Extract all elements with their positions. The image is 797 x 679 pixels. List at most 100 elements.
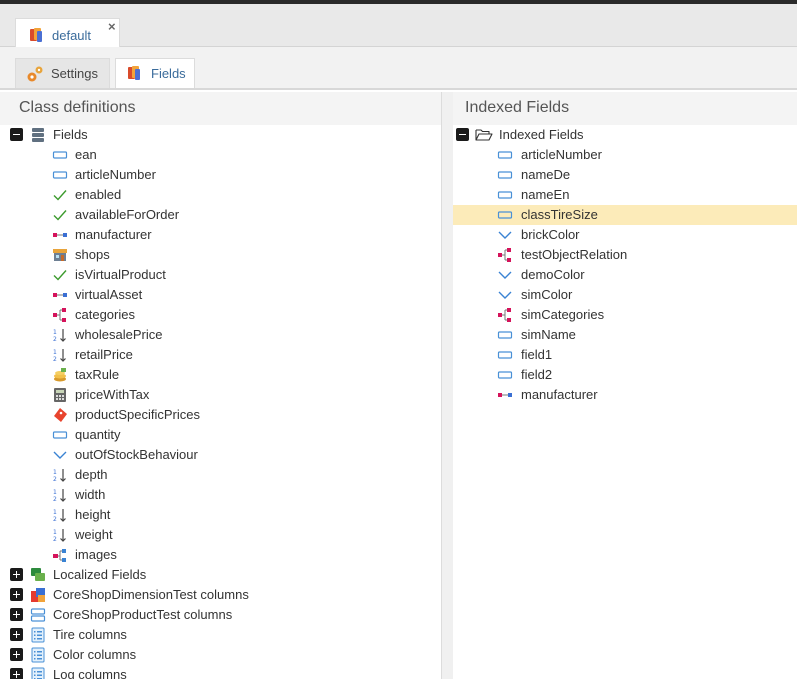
tree-node-indexed-root[interactable]: Indexed Fields <box>453 125 797 145</box>
document-tab-label: default <box>52 28 92 43</box>
collapse-icon[interactable] <box>456 128 469 141</box>
tree-node-indexed-field[interactable]: testObjectRelation <box>453 245 797 265</box>
tree-node-field[interactable]: categories <box>0 305 441 325</box>
panel-splitter[interactable] <box>441 92 453 679</box>
folder-open-icon <box>475 127 493 143</box>
collapse-icon[interactable] <box>10 128 23 141</box>
tree-node-indexed-field[interactable]: field2 <box>453 365 797 385</box>
tree-node-field[interactable]: isVirtualProduct <box>0 265 441 285</box>
tree-node-group[interactable]: CoreShopProductTest columns <box>0 605 441 625</box>
tree-node-label: CoreShopProductTest columns <box>53 607 233 622</box>
expand-icon[interactable] <box>10 628 23 641</box>
checkbox-icon <box>52 187 68 203</box>
tree-node-indexed-field[interactable]: simCategories <box>453 305 797 325</box>
tree-node-field[interactable]: 1 2 depth <box>0 465 441 485</box>
tree-node-group[interactable]: Color columns <box>0 645 441 665</box>
tree-node-label: manufacturer <box>521 387 598 402</box>
price-rule-icon <box>52 407 68 423</box>
svg-text:2: 2 <box>53 336 57 343</box>
class-icon <box>28 27 44 43</box>
numeric-icon: 12 <box>52 507 68 523</box>
tab-fields-label: Fields <box>151 66 186 81</box>
tree-node-fields-root[interactable]: Fields <box>0 125 441 145</box>
tree-node-field[interactable]: virtualAsset <box>0 285 441 305</box>
tree-node-field[interactable]: manufacturer <box>0 225 441 245</box>
tree-node-field[interactable]: outOfStockBehaviour <box>0 445 441 465</box>
tree-node-field[interactable]: ean <box>0 145 441 165</box>
tree-node-label: shops <box>75 247 110 262</box>
indexed-fields-title: Indexed Fields <box>446 92 797 125</box>
class-icon <box>126 65 142 81</box>
tree-node-indexed-field[interactable]: simColor <box>453 285 797 305</box>
tree-node-field[interactable]: availableForOrder <box>0 205 441 225</box>
tree-node-field[interactable]: quantity <box>0 425 441 445</box>
tree-node-group[interactable]: Localized Fields <box>0 565 441 585</box>
select-icon <box>497 227 513 243</box>
svg-text:1: 1 <box>53 489 57 496</box>
tree-node-label: articleNumber <box>75 167 156 182</box>
relation-icon <box>497 387 513 403</box>
tree-node-field[interactable]: productSpecificPrices <box>0 405 441 425</box>
tree-node-label: field1 <box>521 347 553 362</box>
tree-node-label: height <box>75 507 111 522</box>
tree-node-field[interactable]: priceWithTax <box>0 385 441 405</box>
tree-node-label: simName <box>521 327 576 342</box>
tree-node-indexed-field[interactable]: nameDe <box>453 165 797 185</box>
tree-node-field[interactable]: 1 2 wholesalePrice <box>0 325 441 345</box>
tab-bar-underline <box>0 88 797 90</box>
tree-node-indexed-field[interactable]: articleNumber <box>453 145 797 165</box>
numeric-icon: 12 <box>52 347 68 363</box>
multirelation-icon <box>52 307 68 323</box>
tree-node-group[interactable]: Log columns <box>0 665 441 679</box>
input-icon <box>52 167 68 183</box>
relation-icon <box>52 287 68 303</box>
tree-node-indexed-field[interactable]: demoColor <box>453 265 797 285</box>
tree-node-group[interactable]: CoreShopDimensionTest columns <box>0 585 441 605</box>
expand-icon[interactable] <box>10 648 23 661</box>
tree-node-field[interactable]: taxRule <box>0 365 441 385</box>
select-icon <box>497 287 513 303</box>
tab-settings-label: Settings <box>51 66 98 81</box>
tree-node-label: taxRule <box>75 367 120 382</box>
expand-icon[interactable] <box>10 588 23 601</box>
tree-node-label: Color columns <box>53 647 137 662</box>
expand-icon[interactable] <box>10 568 23 581</box>
tree-node-label: virtualAsset <box>75 287 143 302</box>
checkbox-icon <box>52 207 68 223</box>
tab-fields[interactable]: Fields <box>115 58 195 88</box>
tree-node-field[interactable]: enabled <box>0 185 441 205</box>
tree-node-label: testObjectRelation <box>521 247 628 262</box>
input-icon <box>497 147 513 163</box>
input-icon <box>52 427 68 443</box>
tree-node-indexed-field[interactable]: nameEn <box>453 185 797 205</box>
tree-node-field[interactable]: 1 2 height <box>0 505 441 525</box>
tree-node-label: ean <box>75 147 97 162</box>
tree-node-field[interactable]: images <box>0 545 441 565</box>
tree-node-label: availableForOrder <box>75 207 180 222</box>
tree-node-field[interactable]: 1 2 weight <box>0 525 441 545</box>
tree-node-indexed-field[interactable]: brickColor <box>453 225 797 245</box>
tree-node-group[interactable]: Tire columns <box>0 625 441 645</box>
tree-node-label: categories <box>75 307 135 322</box>
expand-icon[interactable] <box>10 668 23 679</box>
svg-text:2: 2 <box>53 476 57 483</box>
tax-icon <box>52 367 68 383</box>
tree-node-label: isVirtualProduct <box>75 267 166 282</box>
tree-node-indexed-field[interactable]: classTireSize <box>453 205 797 225</box>
expand-icon[interactable] <box>10 608 23 621</box>
tree-node-field[interactable]: 1 2 width <box>0 485 441 505</box>
tree-node-field[interactable]: shops <box>0 245 441 265</box>
tree-node-label: priceWithTax <box>75 387 150 402</box>
tab-settings[interactable]: Settings <box>15 58 110 88</box>
svg-text:1: 1 <box>53 349 57 356</box>
tree-node-field[interactable]: 1 2 retailPrice <box>0 345 441 365</box>
sub-tab-bar: Settings Fields <box>0 47 797 90</box>
tree-node-label: Localized Fields <box>53 567 147 582</box>
tree-node-label: simColor <box>521 287 573 302</box>
tree-node-indexed-field[interactable]: simName <box>453 325 797 345</box>
tree-node-field[interactable]: articleNumber <box>0 165 441 185</box>
tree-node-indexed-field[interactable]: field1 <box>453 345 797 365</box>
tree-node-indexed-field[interactable]: manufacturer <box>453 385 797 405</box>
close-icon[interactable]: × <box>108 19 116 34</box>
svg-text:1: 1 <box>53 509 57 516</box>
